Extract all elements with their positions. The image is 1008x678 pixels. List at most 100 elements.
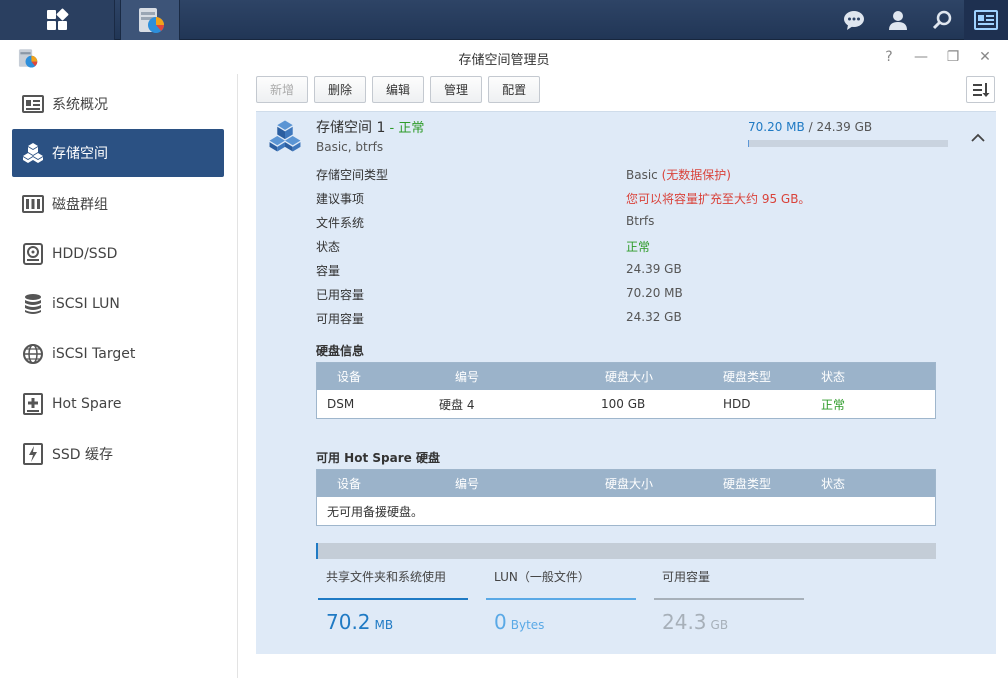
widgets-button[interactable] [964, 0, 1008, 40]
volume-separator: - [385, 121, 399, 136]
edit-button[interactable]: 编辑 [372, 76, 425, 103]
stat-value: 0 Bytes [486, 610, 636, 634]
total-size: / 24.39 GB [804, 120, 873, 134]
create-button[interactable]: 新增 [256, 76, 309, 103]
main-menu-icon [47, 8, 69, 30]
column-header[interactable]: 硬盘类型 [713, 368, 811, 385]
column-header[interactable]: 设备 [317, 475, 439, 492]
sidebar-item-storage[interactable]: 存储空间 [12, 129, 224, 177]
used-size: 70.20 MB [748, 120, 805, 134]
sidebar-item-disk-group[interactable]: 磁盘群组 [12, 180, 224, 228]
sidebar-item-hot-spare[interactable]: Hot Spare [12, 380, 224, 428]
config-button[interactable]: 配置 [488, 76, 541, 103]
sidebar-item-iscsi-lun[interactable]: iSCSI LUN [12, 280, 224, 328]
target-icon [22, 343, 44, 365]
column-header[interactable]: 硬盘大小 [593, 368, 713, 385]
ssd-cache-icon [22, 443, 44, 465]
disk-group-icon [22, 193, 44, 215]
prop-label: 建议事项 [316, 192, 365, 206]
sidebar-item-label: 磁盘群组 [52, 197, 108, 213]
hot-spare-icon [22, 393, 44, 415]
hdd-icon [22, 243, 44, 265]
volume-title: 存储空间 1 - 正常 [316, 117, 424, 137]
hot-spare-table: 设备 编号 硬盘大小 硬盘类型 状态 无可用备援硬盘。 [316, 469, 936, 526]
stat-value: 24.3 GB [654, 610, 804, 634]
hot-spare-title: 可用 Hot Spare 硬盘 [316, 451, 440, 465]
capacity-summary-bar [316, 543, 936, 559]
delete-button[interactable]: 删除 [314, 76, 367, 103]
lun-icon [22, 293, 44, 315]
toolbar: 新增 删除 编辑 管理 配置 [256, 76, 541, 103]
user-icon [889, 11, 907, 30]
stat-number: 24.3 [662, 610, 707, 634]
restore-icon[interactable]: ❐ [944, 48, 962, 66]
stat-available: 可用容量 24.3 GB [654, 568, 804, 634]
stat-label: LUN（一般文件） [494, 570, 590, 584]
close-icon[interactable]: ✕ [976, 48, 994, 66]
sort-button[interactable] [966, 76, 995, 103]
user-button[interactable] [876, 0, 920, 40]
capacity-used-fill [316, 543, 318, 559]
column-header[interactable]: 编号 [439, 368, 593, 385]
volume-usage-text: 70.20 MB / 24.39 GB [748, 120, 872, 134]
empty-message: 无可用备援硬盘。 [327, 504, 424, 519]
cell-size: 100 GB [601, 397, 646, 411]
empty-row: 无可用备援硬盘。 [317, 497, 935, 525]
stat-line [486, 598, 636, 600]
minimize-icon[interactable]: — [912, 48, 930, 66]
prop-value-suggestion: 您可以将容量扩充至大约 95 GB。 [626, 192, 811, 206]
stat-unit: GB [710, 618, 729, 632]
stat-shared-folders: 共享文件夹和系统使用 70.2 MB [318, 568, 468, 634]
chat-bubble-icon [844, 11, 864, 30]
stat-line [318, 598, 468, 600]
sidebar-item-ssd-cache[interactable]: SSD 缓存 [12, 430, 224, 478]
cell-device: DSM [327, 397, 355, 411]
sidebar-item-label: iSCSI Target [52, 346, 136, 362]
column-header[interactable]: 设备 [317, 368, 439, 385]
prop-label: 文件系统 [316, 216, 365, 230]
sidebar-item-iscsi-target[interactable]: iSCSI Target [12, 330, 224, 378]
stat-unit: Bytes [510, 618, 545, 632]
storage-manager-app-icon [139, 8, 164, 33]
overview-icon [22, 93, 44, 115]
sidebar-item-label: SSD 缓存 [52, 447, 114, 463]
sidebar: 系统概况 存储空间 磁盘群组 HDD/SSD iSCSI LUN iSCSI T… [0, 74, 238, 678]
taskbar [0, 0, 1008, 40]
volume-status: 正常 [398, 121, 425, 136]
cell-status: 正常 [821, 397, 846, 412]
volume-subtitle: Basic, btrfs [316, 140, 384, 154]
prop-value-available: 24.32 GB [626, 310, 682, 324]
column-header[interactable]: 编号 [439, 475, 593, 492]
sort-icon [972, 82, 989, 97]
type-note: (无数据保护) [661, 168, 731, 182]
storage-manager-taskbar-button[interactable] [120, 0, 180, 40]
sidebar-item-overview[interactable]: 系统概况 [12, 80, 224, 128]
stat-value: 70.2 MB [318, 610, 468, 634]
table-header: 设备 编号 硬盘大小 硬盘类型 状态 [317, 470, 935, 497]
sidebar-item-hdd-ssd[interactable]: HDD/SSD [12, 230, 224, 278]
search-icon [932, 10, 952, 30]
help-icon[interactable]: ? [880, 48, 898, 66]
column-header[interactable]: 硬盘类型 [713, 475, 811, 492]
stat-unit: MB [374, 618, 394, 632]
column-header[interactable]: 状态 [811, 368, 911, 385]
sidebar-item-label: Hot Spare [52, 396, 122, 412]
main-menu-button[interactable] [0, 0, 115, 40]
widgets-icon [974, 10, 998, 30]
volume-usage-bar [748, 140, 948, 147]
notifications-button[interactable] [832, 0, 876, 40]
cell-number: 硬盘 4 [439, 397, 475, 412]
disk-info-title: 硬盘信息 [316, 344, 365, 358]
prop-label: 存储空间类型 [316, 168, 389, 182]
window-title: 存储空间管理员 [458, 53, 550, 68]
search-button[interactable] [920, 0, 964, 40]
stat-label: 共享文件夹和系统使用 [326, 570, 447, 584]
manage-button[interactable]: 管理 [430, 76, 483, 103]
table-row[interactable]: DSM 硬盘 4 100 GB HDD 正常 [317, 390, 935, 418]
collapse-chevron-icon[interactable] [970, 130, 986, 146]
prop-label: 可用容量 [316, 312, 365, 326]
prop-label: 已用容量 [316, 288, 365, 302]
column-header[interactable]: 状态 [811, 475, 911, 492]
prop-value-status: 正常 [626, 240, 651, 254]
column-header[interactable]: 硬盘大小 [593, 475, 713, 492]
